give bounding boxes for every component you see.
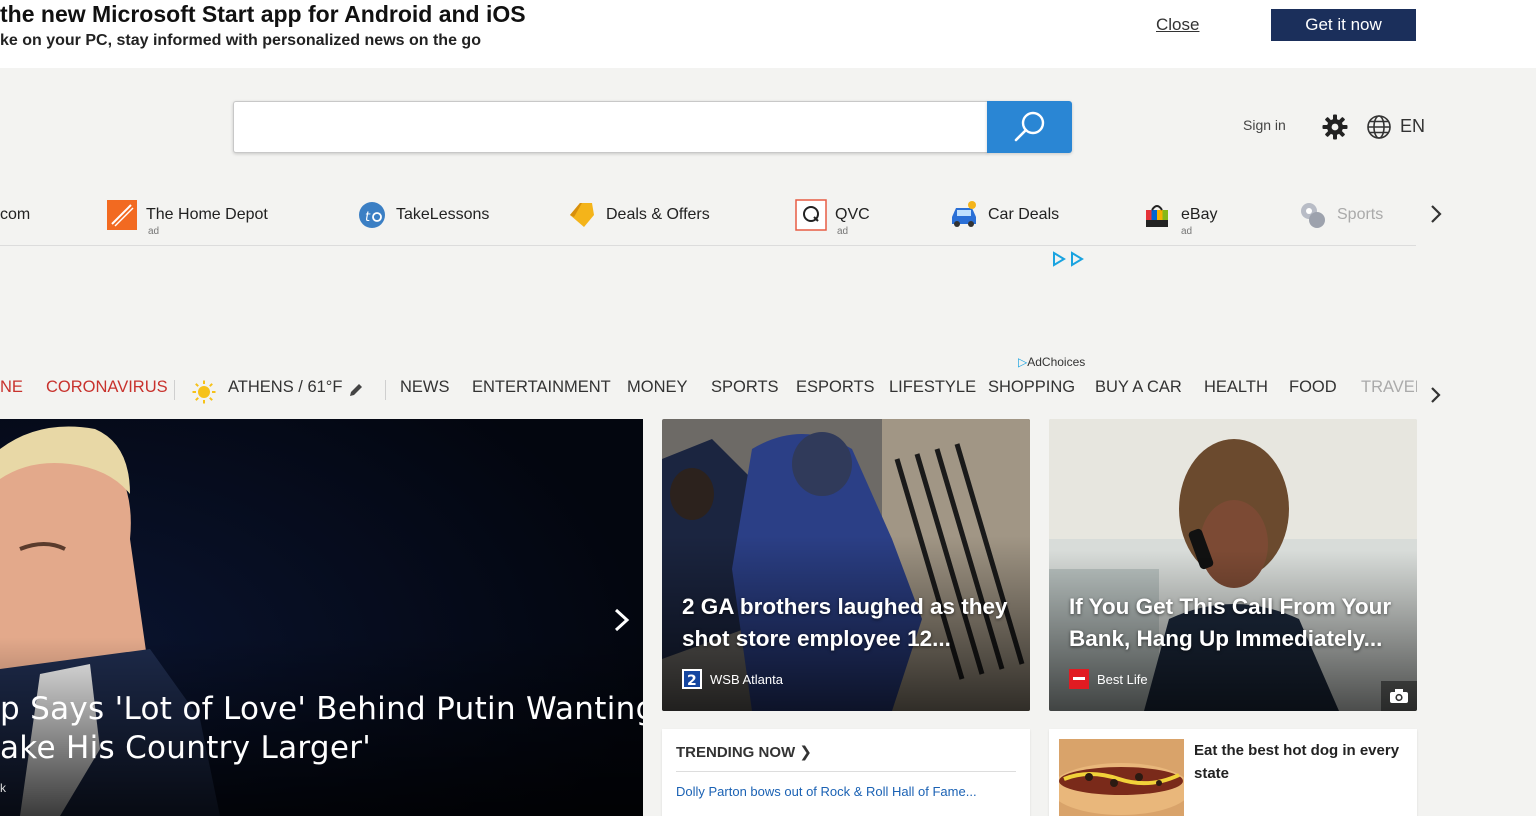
nav-item-buy-a-car[interactable]: BUY A CAR: [1095, 378, 1182, 397]
adchoices-label[interactable]: ▷AdChoices: [1018, 355, 1085, 369]
edit-pencil-icon[interactable]: [348, 382, 364, 398]
nav-item-health[interactable]: HEALTH: [1204, 378, 1268, 397]
language-selector[interactable]: EN: [1400, 116, 1425, 137]
card-source: 2 WSB Atlanta: [682, 669, 783, 689]
adchoices-icon[interactable]: [1052, 251, 1088, 267]
chevron-right-icon[interactable]: [1428, 384, 1444, 406]
search-button[interactable]: [987, 101, 1072, 153]
card-headline[interactable]: Eat the best hot dog in every state: [1194, 739, 1404, 785]
hero-headline[interactable]: p Says 'Lot of Love' Behind Putin Wantin…: [0, 690, 643, 768]
quick-link-label: Car Deals: [988, 206, 1060, 223]
wsb-logo-icon: 2: [682, 669, 702, 689]
quick-link-home-depot[interactable]: The Home Depot ad: [106, 190, 268, 240]
sports-balls-icon: [1297, 199, 1329, 231]
search-input[interactable]: [233, 101, 988, 153]
nav-item-esports[interactable]: ESPORTS: [796, 378, 875, 397]
quick-link-label: TakeLessons: [396, 206, 490, 223]
quick-link-label: The Home Depot: [146, 206, 268, 223]
trending-now-panel: TRENDING NOW ❯ Dolly Parton bows out of …: [662, 729, 1030, 816]
ad-label: ad: [1181, 226, 1193, 237]
nav-separator: [174, 380, 175, 400]
quick-link-deals-offers[interactable]: Deals & Offers: [566, 190, 710, 240]
nav-separator: [385, 380, 386, 400]
ad-label: ad: [148, 226, 160, 237]
home-depot-logo-icon: [106, 199, 138, 231]
nav-item-shopping[interactable]: SHOPPING: [988, 378, 1075, 397]
news-card[interactable]: 2 GA brothers laughed as they shot store…: [662, 419, 1030, 711]
globe-icon[interactable]: [1366, 114, 1392, 140]
nav-item-money[interactable]: MONEY: [627, 378, 688, 397]
nav-item-travel[interactable]: TRAVEL: [1361, 378, 1417, 397]
nav-item-food[interactable]: FOOD: [1289, 378, 1337, 397]
quick-link-qvc[interactable]: QVC ad: [795, 190, 870, 240]
quick-link-sports[interactable]: Sports: [1297, 190, 1383, 240]
chevron-right-icon: ❯: [799, 744, 812, 761]
quick-links-bar: com The Home Depot ad t TakeLessons Deal…: [0, 190, 1416, 246]
car-icon: [948, 199, 980, 231]
ad-label: ad: [837, 226, 849, 237]
search-icon: [1014, 111, 1044, 142]
svg-text:t: t: [365, 210, 371, 225]
quick-link-ebay[interactable]: eBay ad: [1141, 190, 1217, 240]
takelessons-logo-icon: t: [356, 199, 388, 231]
price-tag-icon: [566, 199, 598, 231]
quick-link-label: QVC: [835, 206, 870, 223]
hero-source: k: [0, 781, 6, 795]
app-promo-banner: the new Microsoft Start app for Android …: [0, 0, 1536, 68]
hotdog-image: [1059, 739, 1184, 816]
sign-in-link[interactable]: Sign in: [1243, 117, 1286, 133]
nav-item-coronavirus[interactable]: CORONAVIRUS: [46, 378, 168, 397]
trending-heading[interactable]: TRENDING NOW ❯: [676, 743, 812, 761]
story-image: [662, 419, 1030, 711]
chevron-right-icon[interactable]: [1426, 202, 1446, 226]
story-image: [1049, 419, 1417, 711]
divider: [676, 771, 1016, 772]
card-headline[interactable]: If You Get This Call From Your Bank, Han…: [1069, 591, 1409, 655]
camera-icon: [1390, 689, 1408, 703]
nav-item-partial[interactable]: NE: [0, 378, 23, 397]
best-life-logo-icon: [1069, 669, 1089, 689]
ebay-bag-icon: [1141, 199, 1173, 231]
nav-item-entertainment[interactable]: ENTERTAINMENT: [472, 378, 611, 397]
svg-text:2: 2: [687, 673, 697, 689]
nav-weather[interactable]: ATHENS / 61°F: [228, 378, 343, 397]
quick-link-label: Sports: [1337, 206, 1384, 223]
nav-item-news[interactable]: NEWS: [400, 378, 450, 397]
promo-title: the new Microsoft Start app for Android …: [0, 1, 526, 27]
quick-link-label: Deals & Offers: [606, 206, 710, 223]
hero-story[interactable]: p Says 'Lot of Love' Behind Putin Wantin…: [0, 419, 643, 816]
promo-subtitle: ke on your PC, stay informed with person…: [0, 32, 481, 49]
quick-link-takelessons[interactable]: t TakeLessons: [356, 190, 489, 240]
trending-item[interactable]: Dolly Parton bows out of Rock & Roll Hal…: [676, 784, 977, 799]
sun-weather-icon: [192, 380, 216, 404]
quick-link-com[interactable]: com: [0, 190, 30, 240]
quick-link-car-deals[interactable]: Car Deals: [948, 190, 1059, 240]
quick-link-label: eBay: [1181, 206, 1218, 223]
card-headline[interactable]: 2 GA brothers laughed as they shot store…: [682, 591, 1022, 655]
get-it-now-button[interactable]: Get it now: [1271, 9, 1416, 41]
card-source: Best Life: [1069, 669, 1148, 689]
nav-item-lifestyle[interactable]: LIFESTYLE: [889, 378, 976, 397]
news-card[interactable]: If You Get This Call From Your Bank, Han…: [1049, 419, 1417, 711]
promo-close-link[interactable]: Close: [1156, 15, 1199, 35]
qvc-logo-icon: [795, 199, 827, 231]
settings-gear-icon[interactable]: [1321, 113, 1349, 141]
photo-gallery-badge: [1381, 681, 1417, 711]
news-card-small[interactable]: Eat the best hot dog in every state: [1049, 729, 1417, 816]
nav-item-sports[interactable]: SPORTS: [711, 378, 779, 397]
carousel-next-icon[interactable]: [610, 606, 634, 634]
quick-link-label: com: [0, 206, 31, 223]
